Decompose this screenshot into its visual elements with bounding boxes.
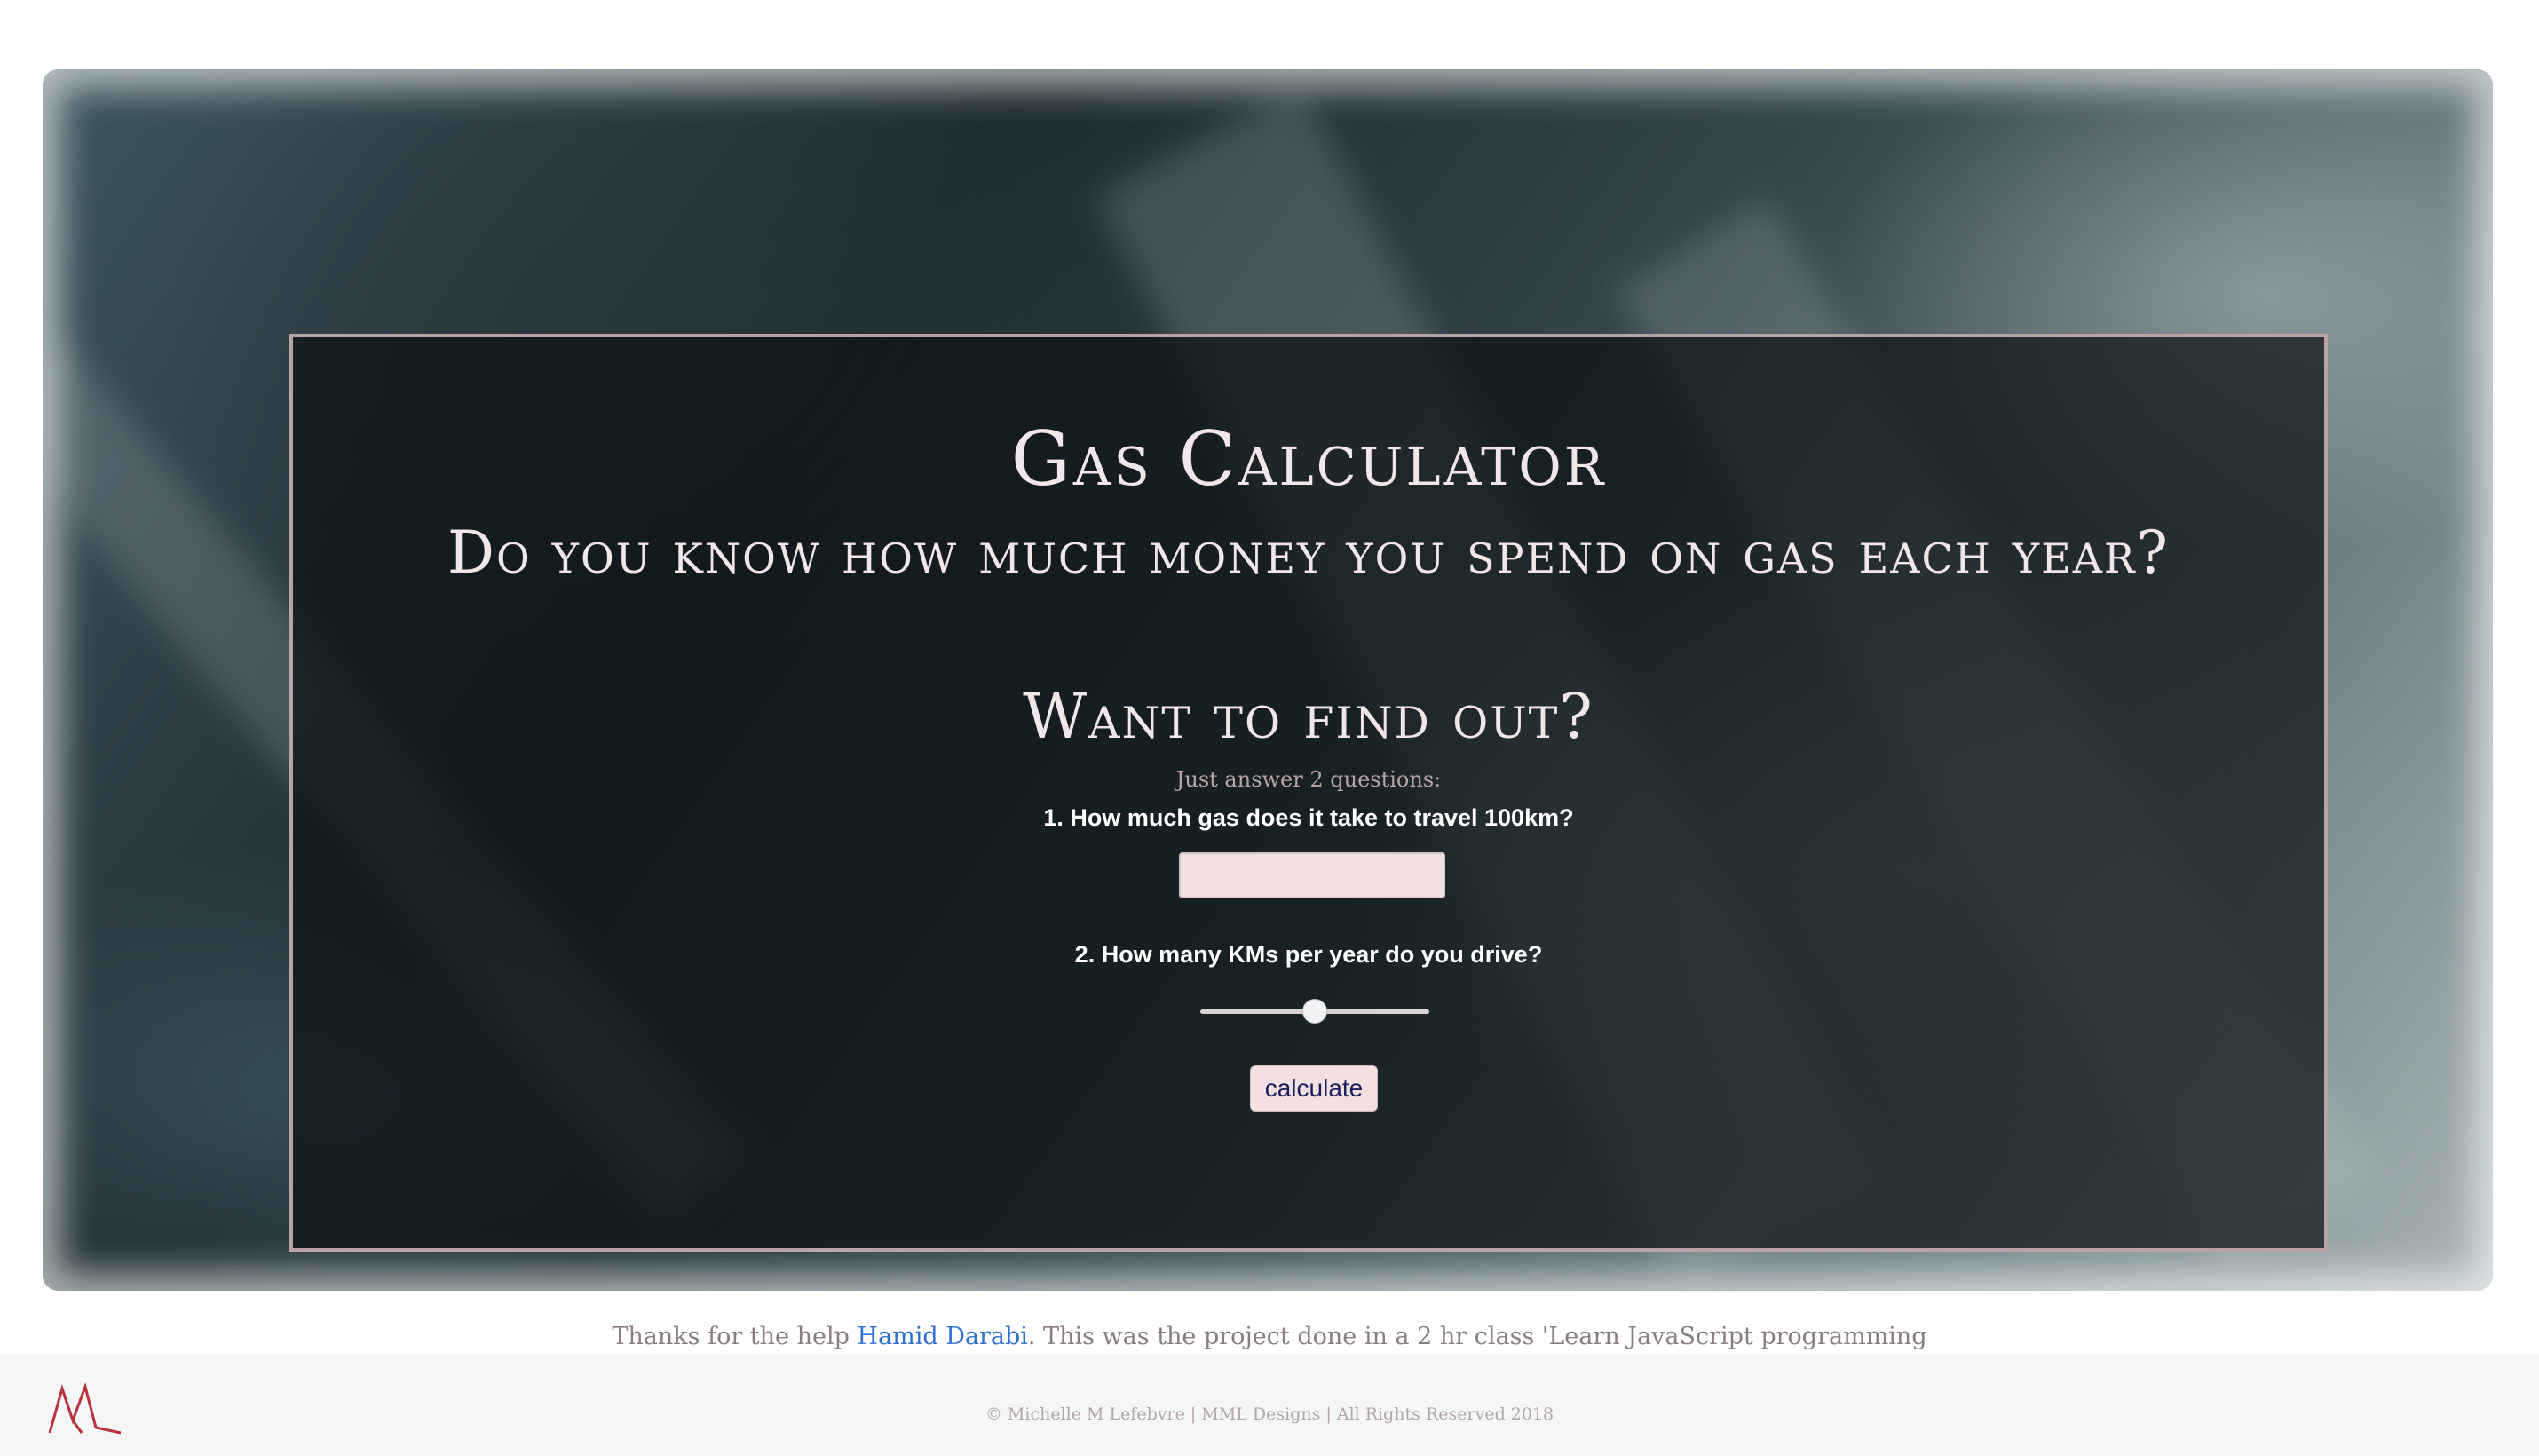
credits-line: Thanks for the help Hamid Darabi. This w… (0, 1323, 2539, 1350)
question-1-label: 1. How much gas does it take to travel 1… (1043, 804, 1574, 831)
question-2-label: 2. How many KMs per year do you drive? (1074, 941, 1543, 968)
question-heading: Do you know how much money you spend on … (447, 518, 2170, 587)
page-title: Gas Calculator (1010, 415, 1607, 502)
instructions-text: Just answer 2 questions: (1175, 767, 1442, 792)
credits-link[interactable]: Hamid Darabi (857, 1323, 1027, 1350)
credits-suffix: . This was the project done in a 2 hr cl… (1027, 1323, 1927, 1350)
hero-background: Gas Calculator Do you know how much mone… (43, 69, 2493, 1291)
copyright-text: © Michelle M Lefebvre | MML Designs | Al… (985, 1405, 1554, 1424)
credits-prefix: Thanks for the help (612, 1323, 858, 1350)
prompt-heading: Want to find out? (1023, 680, 1594, 753)
km-per-year-slider[interactable] (1200, 998, 1429, 1026)
footer: © Michelle M Lefebvre | MML Designs | Al… (0, 1355, 2539, 1456)
calculator-panel: Gas Calculator Do you know how much mone… (289, 334, 2328, 1252)
gas-per-100km-input[interactable] (1179, 852, 1445, 898)
calculate-button[interactable]: calculate (1250, 1065, 1378, 1112)
slider-thumb[interactable] (1302, 999, 1327, 1024)
